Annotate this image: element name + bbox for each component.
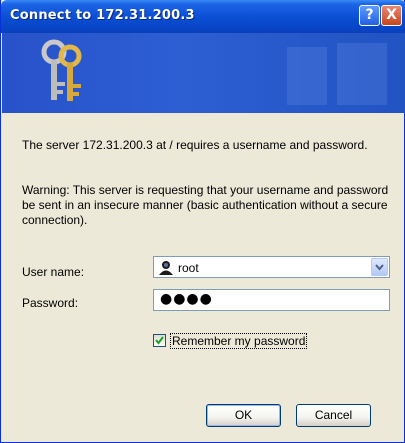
dialog-banner xyxy=(2,33,405,113)
password-label: Password: xyxy=(22,296,79,310)
ok-button[interactable]: OK xyxy=(206,404,281,427)
login-dialog: Connect to 172.31.200.3 ? X The server 1… xyxy=(0,0,405,443)
close-button[interactable]: X xyxy=(381,5,402,26)
title-bar[interactable]: Connect to 172.31.200.3 ? X xyxy=(1,0,405,33)
server-message: The server 172.31.200.3 at / requires a … xyxy=(22,138,368,152)
username-combobox[interactable]: root xyxy=(153,256,390,278)
keys-icon xyxy=(41,39,82,101)
security-warning: Warning: This server is requesting that … xyxy=(22,183,389,227)
checkmark-icon xyxy=(155,336,164,345)
password-field[interactable]: ●●●● xyxy=(153,289,390,311)
checkbox-box[interactable] xyxy=(153,334,166,347)
window-title: Connect to 172.31.200.3 xyxy=(10,8,195,23)
username-label: User name: xyxy=(22,265,85,279)
user-icon xyxy=(159,261,173,275)
dropdown-arrow-icon[interactable] xyxy=(371,258,388,276)
help-button[interactable]: ? xyxy=(359,5,380,26)
remember-password-label[interactable]: Remember my password xyxy=(170,333,308,349)
dialog-content: The server 172.31.200.3 at / requires a … xyxy=(1,113,405,443)
cancel-button[interactable]: Cancel xyxy=(296,404,371,427)
banner-decoration xyxy=(287,43,387,105)
username-value: root xyxy=(178,261,199,275)
